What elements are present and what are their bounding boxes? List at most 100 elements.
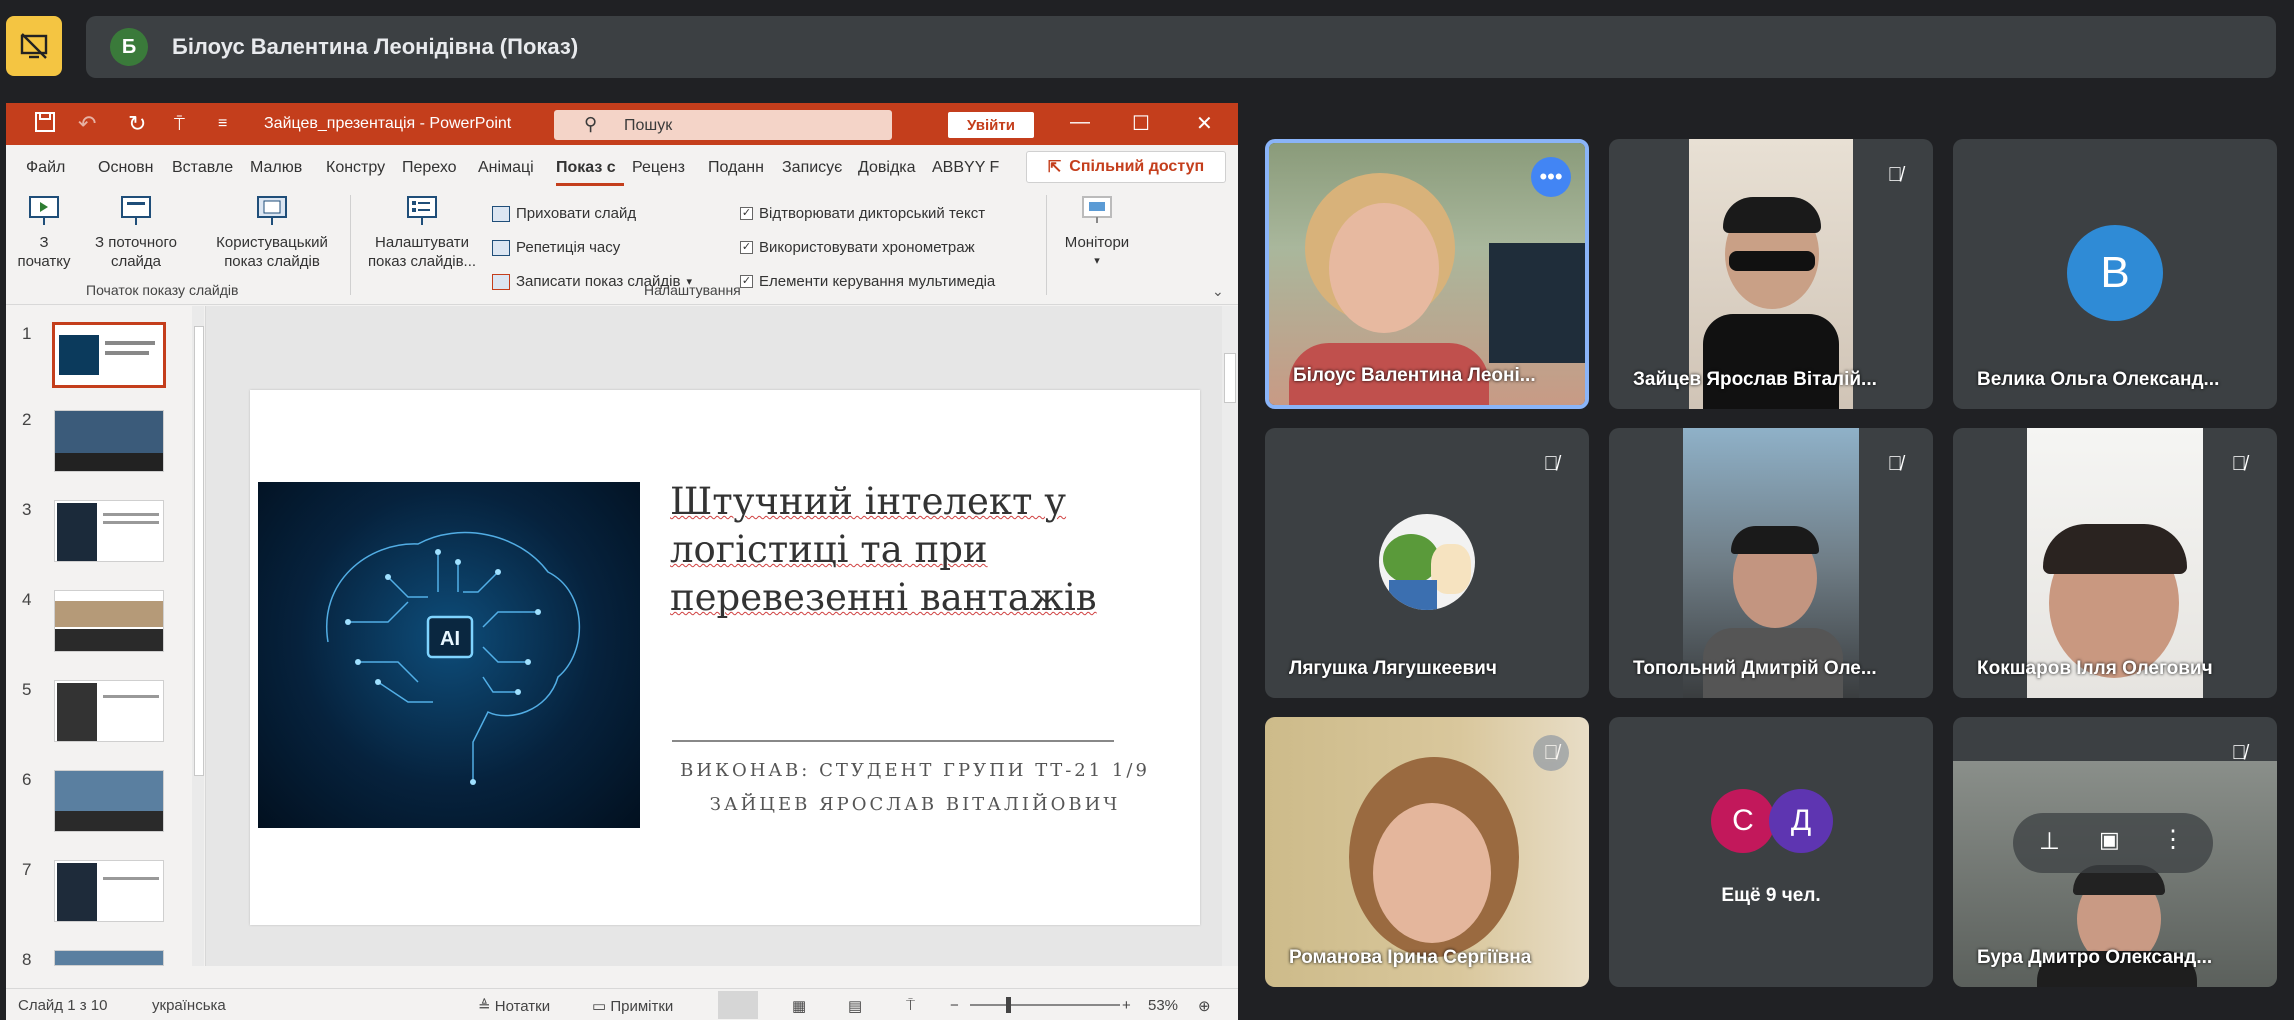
tab-record[interactable]: Записує [782, 159, 848, 177]
slide-thumbnail[interactable] [54, 410, 164, 472]
pin-icon[interactable]: ⊥ [2039, 827, 2060, 856]
participant-tile[interactable]: В Велика Ольга Олександ... [1953, 139, 2277, 409]
tab-design[interactable]: Констру [326, 159, 392, 177]
more-vert-icon[interactable]: ⋮ [2161, 825, 2185, 854]
tab-animations[interactable]: Анімаці [478, 159, 546, 177]
zoom-out-icon[interactable]: − [950, 997, 959, 1014]
slide-thumbnail[interactable] [54, 500, 164, 562]
comments-button[interactable]: ▭ Примітки [592, 997, 673, 1015]
thumb-number: 8 [22, 950, 32, 969]
mic-off-icon: 🎙̸ [2231, 741, 2247, 764]
tab-draw[interactable]: Малюв [250, 159, 316, 177]
frame-icon[interactable]: ▣ [2099, 827, 2120, 853]
slide-thumbnail[interactable] [54, 680, 164, 742]
checkbox-checked-icon: ✓ [740, 241, 753, 254]
slide-thumbnail[interactable] [54, 770, 164, 832]
mic-off-icon: 🎙̸ [1887, 452, 1903, 475]
participant-tile[interactable]: 🎙̸ Кокшаров Ілля Олегович [1953, 428, 2277, 698]
slideshow-view-icon[interactable]: ⍑ [906, 997, 915, 1014]
collapse-ribbon-icon[interactable]: ⌄ [1212, 283, 1224, 300]
maximize-icon[interactable]: ☐ [1132, 111, 1150, 136]
play-narrations-checkbox[interactable]: ✓ Відтворювати дикторський текст [740, 205, 985, 222]
stop-presenting-icon[interactable] [6, 16, 62, 76]
use-timings-checkbox[interactable]: ✓ Використовувати хронометраж [740, 239, 975, 256]
scrollbar-thumb[interactable] [1224, 353, 1236, 403]
search-icon: ⚲ [584, 114, 598, 134]
tab-review[interactable]: Реценз [632, 159, 696, 177]
participant-tile[interactable]: 🎙̸ Топольний Дмитрій Оле... [1609, 428, 1933, 698]
current-slide[interactable]: AI Штучний інтелект у логістиці та при п… [250, 390, 1200, 925]
participant-body [1703, 314, 1839, 409]
tab-transitions[interactable]: Перехо [402, 159, 468, 177]
participant-hair [1723, 197, 1821, 233]
participant-tile[interactable]: 🎙̸ Романова Ірина Сергіївна [1265, 717, 1589, 987]
signin-button[interactable]: Увійти [948, 112, 1034, 138]
redo-icon[interactable]: ↻ [128, 111, 146, 137]
thumb-number: 5 [22, 680, 32, 699]
tab-file[interactable]: Файл [26, 159, 65, 177]
custom-show-button[interactable]: Користувацький показ слайдів [202, 193, 342, 271]
slide-scrollbar[interactable] [1222, 306, 1238, 966]
from-start-button[interactable]: З початку [14, 193, 74, 271]
zoom-slider[interactable] [970, 1004, 1120, 1006]
tab-view[interactable]: Поданн [708, 159, 772, 177]
setup-show-button[interactable]: Налаштувати показ слайдів... [360, 193, 484, 271]
participant-tile[interactable]: 🎙̸ Зайцев Ярослав Віталій... [1609, 139, 1933, 409]
participant-tile[interactable]: 🎙̸ Лягушка Лягушкеевич [1265, 428, 1589, 698]
save-icon[interactable] [34, 111, 56, 137]
participant-tile[interactable]: 🎙̸ ⊥ ▣ ⋮ Бура Дмитро Олександ... [1953, 717, 2277, 987]
slide-sorter-icon[interactable]: ▦ [792, 997, 806, 1015]
slide-thumbnail[interactable] [52, 322, 166, 388]
zoom-level[interactable]: 53% [1148, 997, 1178, 1014]
close-icon[interactable]: ✕ [1196, 111, 1213, 136]
presentation-banner: Б Білоус Валентина Леонідівна (Показ) [86, 16, 2276, 78]
from-current-label: З поточного слайда [94, 234, 177, 270]
rehearse-timings-button[interactable]: Репетиція часу [492, 239, 620, 256]
pepe-avatar-icon [1379, 514, 1475, 610]
ppt-title-bar: ↶ ↻ ⍑ ≡ Зайцев_презентація - PowerPoint … [6, 103, 1238, 145]
hide-slide-icon [492, 205, 510, 222]
tab-help[interactable]: Довідка [858, 159, 922, 177]
tab-home[interactable]: Основн [98, 159, 162, 177]
fit-to-window-icon[interactable]: ⊕ [1198, 997, 1211, 1015]
powerpoint-window: ↶ ↻ ⍑ ≡ Зайцев_презентація - PowerPoint … [6, 103, 1238, 1020]
zoom-slider-thumb[interactable] [1006, 997, 1011, 1013]
language-indicator[interactable]: українська [152, 997, 226, 1014]
slide-thumbnail[interactable] [54, 950, 164, 966]
hide-slide-button[interactable]: Приховати слайд [492, 205, 636, 222]
share-button[interactable]: ⇱ Спільний доступ [1026, 151, 1226, 183]
rehearse-icon [492, 239, 510, 256]
tab-insert[interactable]: Вставле [172, 159, 242, 177]
present-icon[interactable]: ⍑ [174, 111, 185, 137]
undo-icon[interactable]: ↶ [78, 111, 96, 137]
media-controls-checkbox[interactable]: ✓ Елементи керування мультимедіа [740, 273, 995, 290]
from-current-button[interactable]: З поточного слайда [82, 193, 190, 271]
normal-view-icon[interactable] [718, 991, 758, 1019]
brain-circuit-icon: AI [326, 531, 580, 785]
reading-view-icon[interactable]: ▤ [848, 997, 862, 1015]
tab-abbyy[interactable]: ABBYY F [932, 159, 1004, 177]
slide-current-icon [121, 196, 151, 225]
slide-title[interactable]: Штучний інтелект у логістиці та при пере… [670, 478, 1150, 622]
minimize-icon[interactable]: — [1070, 111, 1090, 134]
slide-author-line2[interactable]: ЗАЙЦЕВ ЯРОСЛАВ ВІТАЛІЙОВИЧ [630, 794, 1200, 815]
slide-author-line1[interactable]: ВИКОНАВ: СТУДЕНТ ГРУПИ ТТ-21 1/9 [630, 760, 1200, 781]
search-box[interactable]: ⚲ Пошук [554, 110, 892, 140]
participant-hair [2043, 524, 2187, 574]
more-options-icon[interactable]: ••• [1531, 157, 1571, 197]
slide-thumbnail[interactable] [54, 590, 164, 652]
thumb-number: 2 [22, 410, 32, 429]
monitors-button[interactable]: Монітори ▾ [1056, 193, 1138, 271]
more-participants-tile[interactable]: С Д Ещё 9 чел. [1609, 717, 1933, 987]
title-divider [672, 740, 1114, 742]
participant-tile[interactable]: ••• Білоус Валентина Леоні... [1265, 139, 1589, 409]
record-icon [492, 273, 510, 290]
scrollbar-thumb[interactable] [194, 326, 204, 776]
tab-slideshow[interactable]: Показ с [556, 159, 624, 186]
customize-toolbar-icon[interactable]: ≡ [218, 111, 227, 137]
search-placeholder: Пошук [624, 117, 673, 134]
notes-button[interactable]: ≜ Нотатки [478, 997, 550, 1015]
thumb-number: 3 [22, 500, 32, 519]
slide-thumbnail[interactable] [54, 860, 164, 922]
zoom-in-icon[interactable]: + [1122, 997, 1131, 1014]
